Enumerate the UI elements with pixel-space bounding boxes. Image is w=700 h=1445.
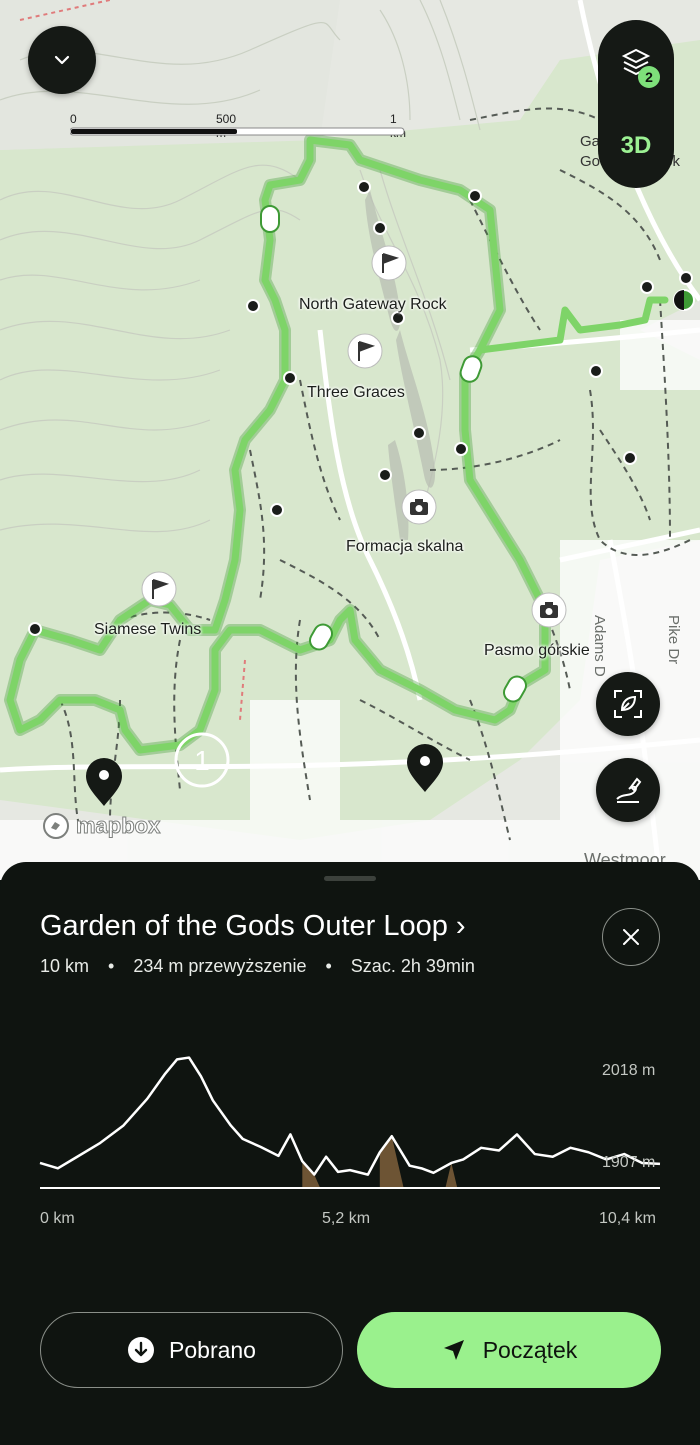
poi-label-formacja-skalna[interactable]: Formacja skalna [346, 538, 463, 556]
flag-icon[interactable] [140, 570, 178, 608]
draw-route-icon [616, 777, 642, 803]
separator: • [108, 956, 115, 976]
x-tick-end: 10,4 km [599, 1210, 656, 1227]
start-button[interactable]: Początek [357, 1312, 661, 1388]
layers-count-badge: 2 [638, 66, 660, 88]
map-view[interactable]: 1 North Gateway Rock Three Graces Formac… [0, 0, 700, 880]
draw-route-button[interactable] [596, 758, 660, 822]
mapbox-attribution[interactable]: mapbox [42, 812, 161, 840]
location-pin-icon[interactable] [405, 742, 445, 794]
navigation-arrow-icon [443, 1340, 464, 1360]
route-title[interactable]: Garden of the Gods Outer Loop › [40, 910, 466, 943]
route-estimate: Szac. 2h 39min [350, 956, 475, 976]
collapse-button[interactable] [28, 26, 96, 94]
scale-label-zero: 0 [70, 112, 77, 126]
elevation-chart-svg [39, 1056, 661, 1189]
route-bottom-sheet: Garden of the Gods Outer Loop › 10 km • … [0, 862, 700, 1445]
scan-leaf-icon [614, 690, 642, 718]
route-elevation-gain: 234 m przewyższenie [133, 956, 307, 976]
elevation-line [39, 1056, 661, 1176]
map-controls-pill: 2 3D [598, 20, 674, 188]
download-done-icon [128, 1337, 155, 1363]
road-label-adams: Adams D [591, 615, 608, 677]
route-distance: 10 km [40, 956, 90, 976]
scan-button[interactable] [596, 672, 660, 736]
close-button[interactable] [602, 908, 660, 966]
scale-bar [70, 127, 405, 136]
x-tick-start: 0 km [40, 1210, 75, 1227]
downloaded-label: Pobrano [169, 1336, 256, 1363]
start-label: Początek [482, 1336, 578, 1363]
y-tick-bottom: 1907 m [602, 1154, 656, 1171]
steep-section-2 [445, 1162, 458, 1188]
mapbox-logo-icon [43, 813, 69, 839]
downloaded-button[interactable]: Pobrano [40, 1312, 343, 1388]
3d-label: 3D [620, 132, 652, 159]
y-tick-top: 2018 m [602, 1062, 656, 1079]
camera-icon[interactable] [530, 591, 568, 629]
steep-section-1 [379, 1136, 404, 1188]
3d-toggle-button[interactable]: 3D [598, 104, 674, 188]
x-tick-mid: 5,2 km [322, 1210, 371, 1227]
flag-icon[interactable] [370, 244, 408, 282]
poi-label-north-gateway-rock[interactable]: North Gateway Rock [299, 296, 447, 314]
elevation-chart[interactable]: 2018 m 1907 m 0 km 5,2 km 10,4 km [0, 1034, 700, 1234]
poi-label-pasmo-gorskie[interactable]: Pasmo górskie [484, 642, 590, 660]
separator: • [325, 956, 332, 976]
route-stats: 10 km • 234 m przewyższenie • Szac. 2h 3… [40, 956, 475, 977]
chevron-down-icon [54, 55, 70, 65]
flag-icon[interactable] [346, 332, 384, 370]
location-pin-icon[interactable] [84, 756, 124, 808]
layers-button[interactable]: 2 [598, 20, 674, 104]
mapbox-text: mapbox [75, 813, 161, 839]
poi-label-siamese-twins[interactable]: Siamese Twins [94, 621, 201, 639]
sheet-drag-handle[interactable] [324, 876, 376, 881]
camera-icon[interactable] [400, 488, 438, 526]
close-icon [623, 929, 639, 945]
svg-text:1: 1 [194, 745, 210, 776]
poi-label-three-graces[interactable]: Three Graces [307, 384, 405, 402]
road-label-pike: Pike Dr [665, 615, 682, 665]
